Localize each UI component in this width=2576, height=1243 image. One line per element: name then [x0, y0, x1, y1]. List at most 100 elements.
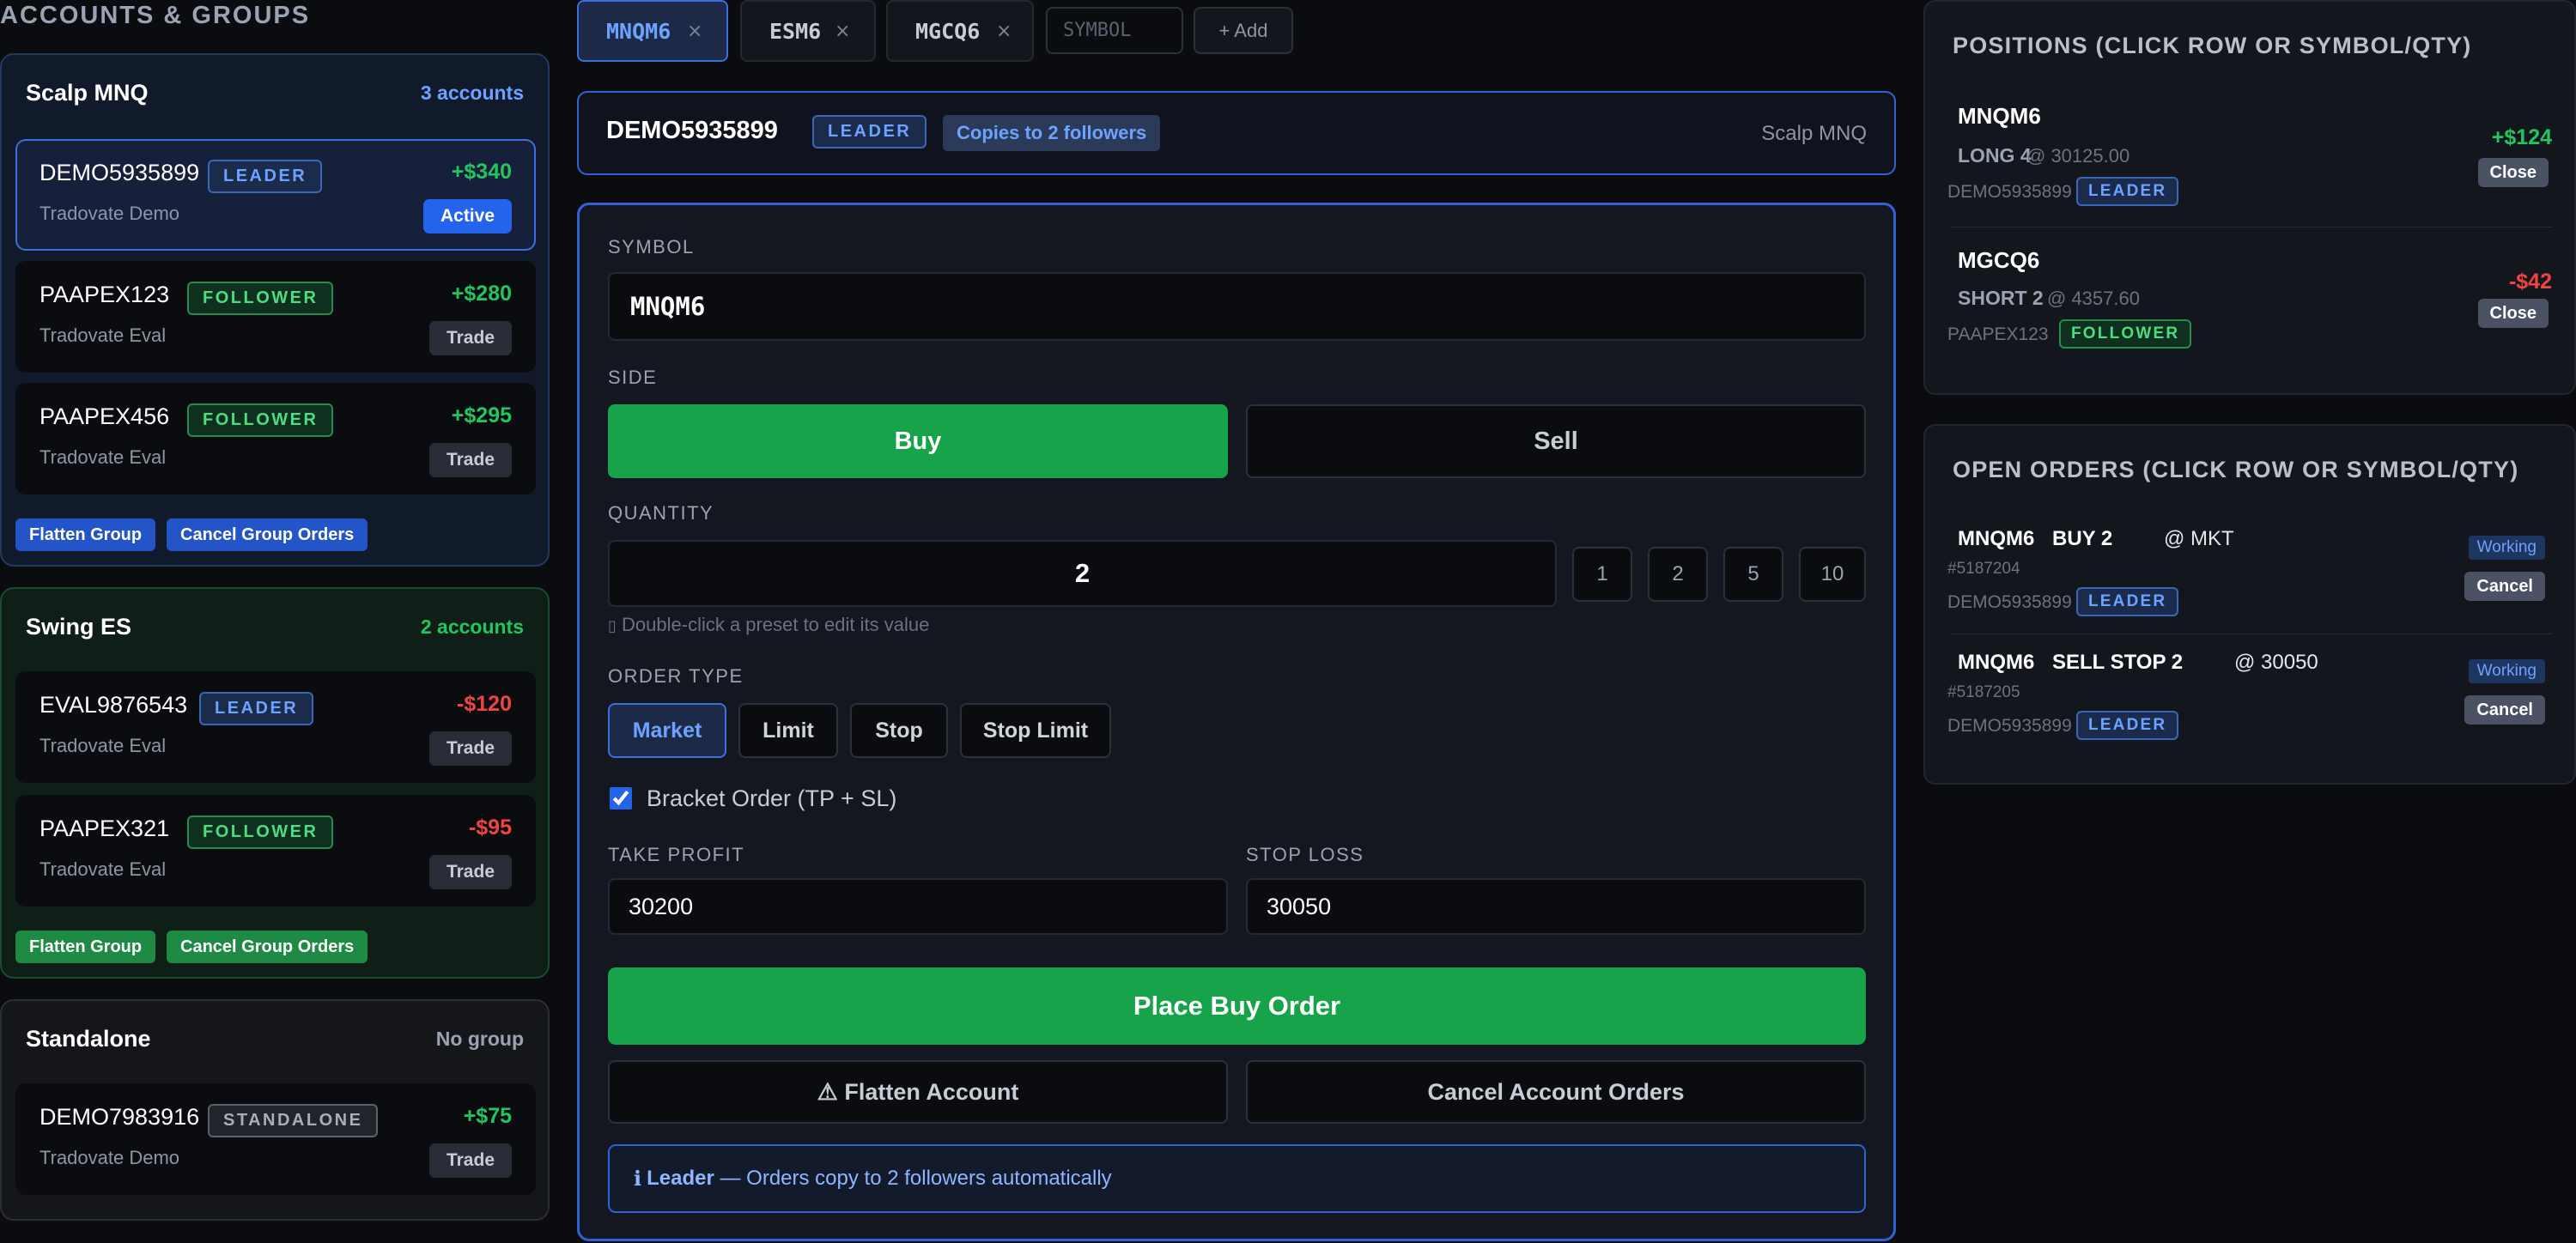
flatten-account-button[interactable]: ⚠ Flatten Account	[608, 1060, 1228, 1124]
positions-title: POSITIONS (CLICK ROW OR SYMBOL/QTY)	[1953, 33, 2472, 58]
symbol-add-input[interactable]	[1046, 7, 1183, 54]
account-pnl: +$340	[451, 160, 512, 184]
trade-button[interactable]: Trade	[428, 1143, 512, 1178]
bracket-order-label: Bracket Order (TP + SL)	[647, 785, 897, 811]
position-row[interactable]: MGCQ6 SHORT 2 @ 4357.60 PAAPEX123 FOLLOW…	[1947, 235, 2552, 364]
follower-badge: FOLLOWER	[187, 816, 334, 849]
position-symbol[interactable]: MGCQ6	[1958, 247, 2039, 274]
cancel-order-button[interactable]: Cancel	[2464, 695, 2545, 725]
take-profit-input[interactable]	[608, 878, 1228, 935]
position-side-qty[interactable]: SHORT 2	[1958, 287, 2044, 310]
group-name: Standalone	[26, 1025, 151, 1052]
leader-badge: LEADER	[812, 115, 927, 149]
group-name: Scalp MNQ	[26, 79, 149, 106]
account-broker: Tradovate Eval	[39, 446, 167, 468]
buy-button[interactable]: Buy	[608, 404, 1228, 478]
account-pnl: -$120	[457, 692, 512, 716]
account-id: EVAL9876543	[39, 692, 188, 718]
preset-5[interactable]: 5	[1723, 547, 1783, 602]
leader-badge: LEADER	[2076, 587, 2179, 616]
position-account: DEMO5935899	[1947, 182, 2072, 202]
leader-badge: LEADER	[208, 160, 323, 193]
position-side-qty[interactable]: LONG 4	[1958, 144, 2032, 167]
tab-esm6[interactable]: ESM6 ×	[740, 0, 876, 62]
order-symbol[interactable]: MNQM6	[1958, 651, 2034, 675]
cancel-order-button[interactable]: Cancel	[2464, 572, 2545, 601]
symbol-input[interactable]	[608, 272, 1866, 341]
open-orders-title: OPEN ORDERS (CLICK ROW OR SYMBOL/QTY)	[1953, 457, 2519, 482]
account-id: DEMO7983916	[39, 1104, 200, 1130]
order-account: DEMO5935899	[1947, 592, 2072, 612]
close-position-button[interactable]: Close	[2477, 158, 2549, 187]
position-row[interactable]: MNQM6 LONG 4 @ 30125.00 DEMO5935899 LEAD…	[1947, 91, 2552, 220]
preset-2[interactable]: 2	[1648, 547, 1708, 602]
order-row[interactable]: MNQM6 SELL STOP 2 @ 30050 #5187205 DEMO5…	[1947, 639, 2552, 750]
banner-account-id: DEMO5935899	[606, 117, 778, 144]
order-action[interactable]: BUY 2	[2052, 527, 2112, 551]
quantity-label: QUANTITY	[608, 502, 714, 524]
info-text: — Orders copy to 2 followers automatical…	[714, 1167, 1112, 1190]
flatten-group-button[interactable]: Flatten Group	[15, 931, 156, 963]
order-symbol[interactable]: MNQM6	[1958, 527, 2034, 551]
leader-badge: LEADER	[2076, 711, 2179, 740]
order-row[interactable]: MNQM6 BUY 2 @ MKT #5187204 DEMO5935899 L…	[1947, 515, 2552, 627]
order-type-limit[interactable]: Limit	[738, 703, 838, 758]
leader-info-box: ℹ Leader — Orders copy to 2 followers au…	[608, 1144, 1866, 1213]
flatten-group-button[interactable]: Flatten Group	[15, 518, 156, 551]
order-account: DEMO5935899	[1947, 716, 2072, 736]
stop-loss-label: STOP LOSS	[1246, 844, 1364, 865]
trade-button[interactable]: Trade	[428, 731, 512, 766]
account-broker: Tradovate Demo	[39, 1147, 180, 1168]
group-standalone: Standalone No group DEMO7983916 STANDALO…	[0, 999, 550, 1221]
account-card-demo7983916[interactable]: DEMO7983916 STANDALONE Tradovate Demo +$…	[15, 1083, 536, 1195]
quantity-input[interactable]	[608, 540, 1557, 607]
order-action[interactable]: SELL STOP 2	[2052, 651, 2183, 675]
close-icon[interactable]: ×	[687, 21, 702, 42]
account-banner: DEMO5935899 LEADER Copies to 2 followers…	[577, 91, 1896, 175]
tab-label: ESM6	[769, 18, 822, 44]
account-card-paapex456[interactable]: PAAPEX456 FOLLOWER Tradovate Eval +$295 …	[15, 383, 536, 494]
account-id: PAAPEX123	[39, 282, 170, 307]
tab-mnqm6[interactable]: MNQM6 ×	[577, 0, 728, 62]
account-broker: Tradovate Eval	[39, 858, 167, 880]
order-role: LEADER	[2076, 711, 2179, 740]
account-card-paapex321[interactable]: PAAPEX321 FOLLOWER Tradovate Eval -$95 T…	[15, 795, 536, 906]
tab-mgcq6[interactable]: MGCQ6 ×	[886, 0, 1034, 62]
cancel-group-orders-button[interactable]: Cancel Group Orders	[167, 518, 368, 551]
close-icon[interactable]: ×	[996, 21, 1012, 42]
account-broker: Tradovate Eval	[39, 735, 167, 756]
leader-badge: LEADER	[2076, 177, 2179, 206]
position-price: @ 30125.00	[2026, 145, 2130, 167]
close-icon[interactable]: ×	[835, 21, 850, 42]
position-symbol[interactable]: MNQM6	[1958, 103, 2041, 130]
order-type-market[interactable]: Market	[608, 703, 726, 758]
preset-10[interactable]: 10	[1799, 547, 1866, 602]
trade-button[interactable]: Trade	[428, 321, 512, 355]
close-position-button[interactable]: Close	[2477, 299, 2549, 328]
account-pnl: +$75	[463, 1104, 512, 1128]
trade-button[interactable]: Trade	[428, 855, 512, 889]
active-button[interactable]: Active	[422, 199, 512, 233]
bracket-order-checkbox[interactable]	[610, 787, 632, 809]
add-tab-button[interactable]: + Add	[1194, 7, 1293, 54]
account-card-demo5935899[interactable]: DEMO5935899 LEADER Tradovate Demo +$340 …	[15, 139, 536, 251]
group-count: No group	[435, 1027, 524, 1050]
order-type-stop[interactable]: Stop	[850, 703, 948, 758]
banner-group-name: Scalp MNQ	[1761, 122, 1867, 145]
order-price: @ 30050	[2234, 651, 2318, 674]
place-buy-order-button[interactable]: Place Buy Order	[608, 967, 1866, 1045]
account-card-paapex123[interactable]: PAAPEX123 FOLLOWER Tradovate Eval +$280 …	[15, 261, 536, 373]
copies-badge: Copies to 2 followers	[943, 115, 1161, 151]
info-role: Leader	[647, 1167, 714, 1190]
cancel-group-orders-button[interactable]: Cancel Group Orders	[167, 931, 368, 963]
order-status: Working	[2468, 536, 2545, 560]
trade-button[interactable]: Trade	[428, 443, 512, 477]
stop-loss-input[interactable]	[1246, 878, 1866, 935]
sell-button[interactable]: Sell	[1246, 404, 1866, 478]
account-card-eval9876543[interactable]: EVAL9876543 LEADER Tradovate Eval -$120 …	[15, 671, 536, 783]
preset-1[interactable]: 1	[1572, 547, 1632, 602]
cancel-account-orders-button[interactable]: Cancel Account Orders	[1246, 1060, 1866, 1124]
account-broker: Tradovate Eval	[39, 324, 167, 346]
order-type-stop-limit[interactable]: Stop Limit	[960, 703, 1111, 758]
open-orders-panel: OPEN ORDERS (CLICK ROW OR SYMBOL/QTY) MN…	[1923, 424, 2576, 785]
